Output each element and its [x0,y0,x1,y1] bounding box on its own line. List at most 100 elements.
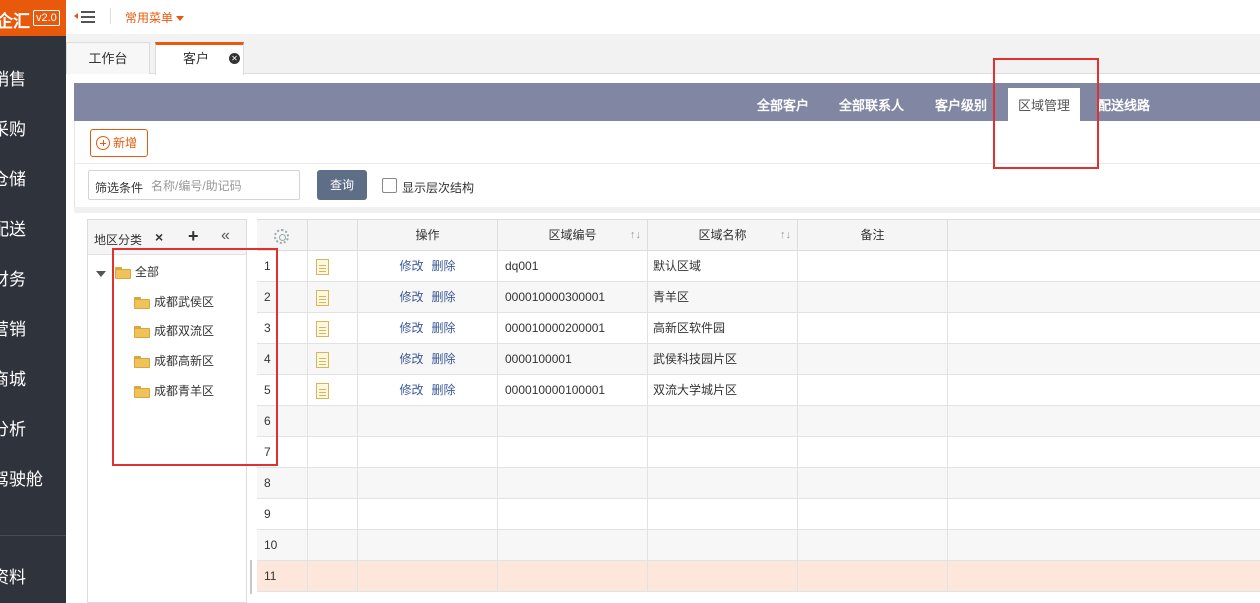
query-button[interactable]: 查询 [317,170,367,200]
tree-node[interactable]: 成都青羊区 [134,380,214,402]
delete-link[interactable]: 删除 [432,259,456,273]
table-row[interactable]: 8 [257,468,1260,499]
header-region-code[interactable]: 区域编号 ↑↓ [498,220,648,251]
operation-cell: 修改 删除 [358,375,498,405]
operation-cell: 修改 删除 [358,282,498,312]
header-operation: 操作 [358,220,498,251]
table-row[interactable]: 1 修改 删除 dq001 默认区域 [257,251,1260,282]
document-icon[interactable] [316,352,329,368]
chevron-down-icon [176,16,185,22]
delete-link[interactable]: 删除 [432,290,456,304]
region-name-cell: 青羊区 [648,282,798,312]
region-name-cell: 高新区软件园 [648,313,798,343]
edit-link[interactable]: 修改 [399,259,423,273]
region-code-cell: 000010000300001 [498,282,648,312]
region-code-cell: 0000100001 [498,344,648,374]
expand-caret-icon[interactable] [96,271,106,277]
column-settings[interactable] [257,220,308,251]
subtab-all-customers[interactable]: 全部客户 [757,95,809,114]
tab-workbench[interactable]: 工作台 [66,42,150,74]
region-name-cell: 武侯科技园片区 [648,344,798,374]
document-icon[interactable] [316,383,329,399]
menu-toggle-icon[interactable] [74,8,96,26]
main-sidebar: 企汇 v2.0 销售 采购 仓储 配送 财务 营销 商城 分析 驾驶舱 资料 [0,0,66,603]
filter-box: 筛选条件 [88,170,300,200]
row-number: 7 [257,437,308,467]
search-input[interactable] [151,176,291,196]
document-icon[interactable] [316,290,329,306]
region-tree-panel: 地区分类 × + « 全部 成都武侯区 成都双流区 成都高新区 成都青羊区 [87,219,247,603]
row-number: 8 [257,468,308,498]
table-row[interactable]: 5 修改 删除 000010000100001 双流大学城片区 [257,375,1260,406]
show-hierarchy-label: 显示层次结构 [402,181,475,195]
document-icon[interactable] [316,321,329,337]
subtab-region-management[interactable]: 区域管理 [1008,88,1081,121]
filler-cell [948,251,1260,281]
toolbar-divider [75,163,1260,164]
tree-node[interactable]: 成都双流区 [134,320,214,342]
page-tab-strip: 工作台 客户 ✕ [66,34,1260,75]
sidebar-item-data[interactable]: 资料 [0,553,66,603]
sidebar-item-finance[interactable]: 财务 [0,255,66,305]
edit-link[interactable]: 修改 [399,352,423,366]
folder-icon [134,296,150,309]
table-row-selected[interactable]: 11 [257,561,1260,592]
sidebar-item-sales[interactable]: 销售 [0,55,66,105]
sidebar-item-marketing[interactable]: 营销 [0,305,66,355]
sidebar-item-mall[interactable]: 商城 [0,355,66,405]
header-region-name[interactable]: 区域名称 ↑↓ [648,220,798,251]
filler-cell [948,313,1260,343]
tree-node-root[interactable]: 全部 [115,261,159,283]
edit-link[interactable]: 修改 [399,383,423,397]
row-number: 11 [257,561,308,591]
sidebar-item-purchase[interactable]: 采购 [0,105,66,155]
subtab-customer-level[interactable]: 客户级别 [935,95,987,114]
delete-link[interactable]: 删除 [432,383,456,397]
table-row[interactable]: 2 修改 删除 000010000300001 青羊区 [257,282,1260,313]
sidebar-item-cockpit[interactable]: 驾驶舱 [0,455,66,505]
edit-link[interactable]: 修改 [399,321,423,335]
tree-node-label: 全部 [135,265,160,279]
common-menu-dropdown[interactable]: 常用菜单 [125,9,185,26]
delete-link[interactable]: 删除 [432,321,456,335]
delete-link[interactable]: 删除 [432,352,456,366]
section-gap [74,207,1260,213]
tab-customer[interactable]: 客户 ✕ [155,42,244,75]
header-doc [308,220,358,251]
region-name-cell: 双流大学城片区 [648,375,798,405]
tree-title: 地区分类 [94,233,143,247]
region-name-cell: 默认区域 [648,251,798,281]
document-icon[interactable] [316,259,329,275]
common-menu-label: 常用菜单 [125,11,174,25]
table-row[interactable]: 9 [257,499,1260,530]
table-row[interactable]: 4 修改 删除 0000100001 武侯科技园片区 [257,344,1260,375]
show-hierarchy-checkbox[interactable] [382,178,397,193]
sidebar-item-delivery[interactable]: 配送 [0,205,66,255]
add-icon[interactable]: + [188,226,199,247]
tree-node[interactable]: 成都武侯区 [134,291,214,313]
close-icon[interactable]: × [155,229,163,245]
edit-link[interactable]: 修改 [399,290,423,304]
gear-icon[interactable] [274,229,289,244]
add-button[interactable]: 新增 [90,129,148,157]
table-row[interactable]: 7 [257,437,1260,468]
note-cell [798,344,948,374]
splitter-handle[interactable] [250,560,252,594]
sidebar-item-storage[interactable]: 仓储 [0,155,66,205]
sidebar-item-analysis[interactable]: 分析 [0,405,66,455]
tree-node[interactable]: 成都高新区 [134,350,214,372]
sort-icon[interactable]: ↑↓ [780,220,791,251]
close-icon[interactable]: ✕ [229,53,240,64]
doc-cell [308,313,358,343]
row-number: 4 [257,344,308,374]
table-row[interactable]: 10 [257,530,1260,561]
subtab-delivery-route[interactable]: 配送线路 [1098,95,1150,114]
table-row[interactable]: 6 [257,406,1260,437]
row-number: 3 [257,313,308,343]
collapse-icon[interactable]: « [221,227,230,245]
subtab-all-contacts[interactable]: 全部联系人 [839,95,904,114]
table-row[interactable]: 3 修改 删除 000010000200001 高新区软件园 [257,313,1260,344]
note-cell [798,282,948,312]
row-number: 5 [257,375,308,405]
sort-icon[interactable]: ↑↓ [630,220,641,251]
